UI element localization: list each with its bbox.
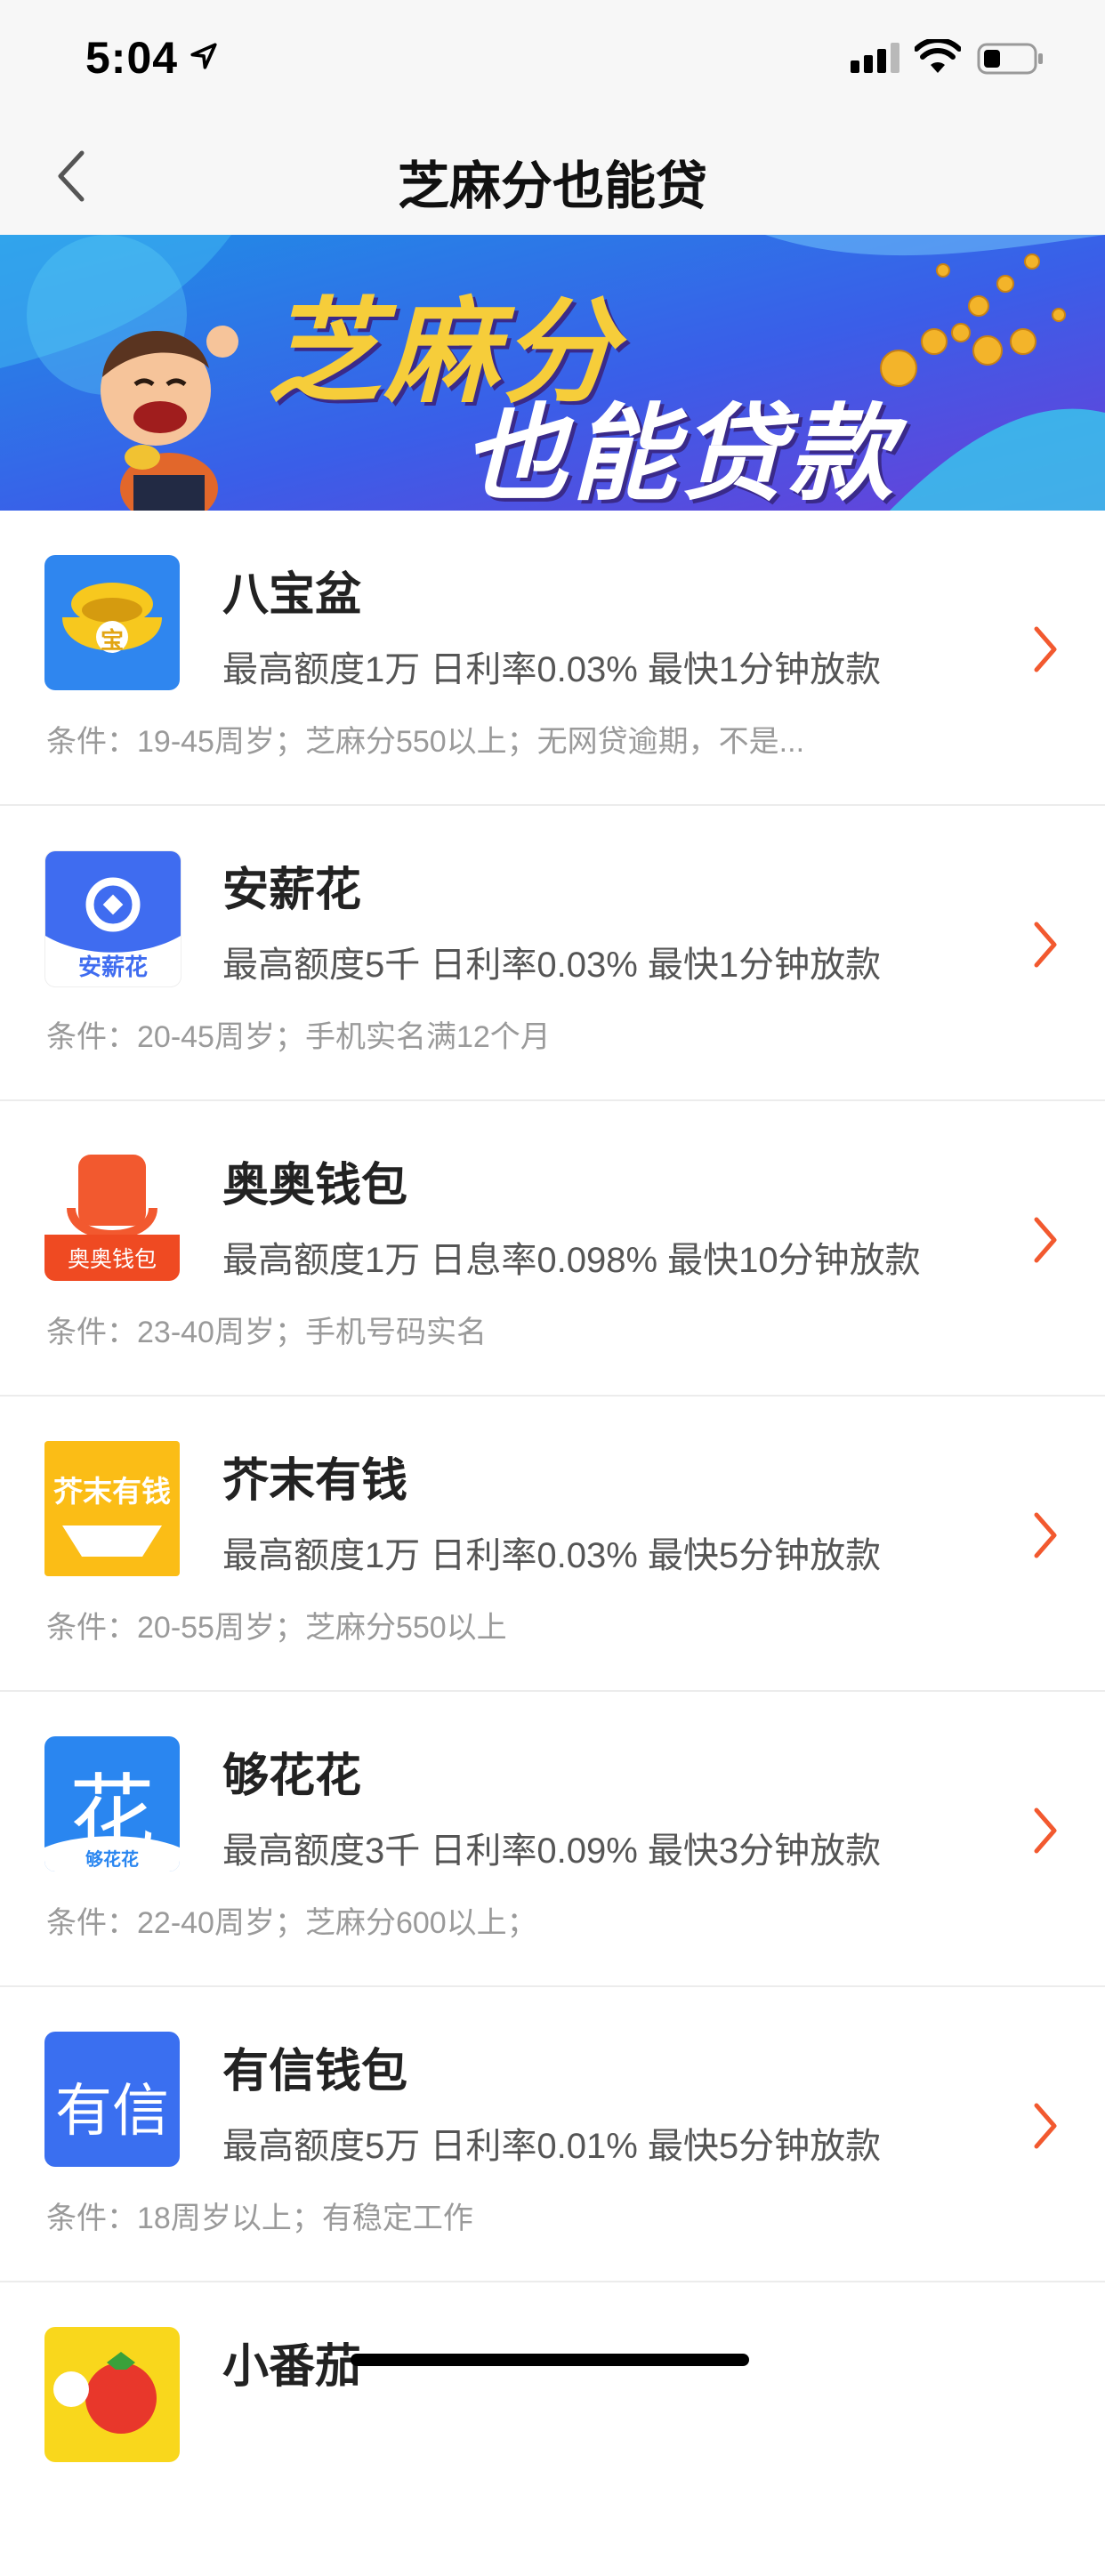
location-arrow-icon: [190, 43, 217, 69]
gouhuahua-logo-text: 够花花: [85, 1850, 139, 1870]
babaopen-logo-icon: 宝: [44, 555, 180, 690]
battery-icon: [977, 43, 1043, 75]
page-title: 芝麻分也能贷: [397, 157, 707, 215]
jiemoyouqian-logo-text: 芥末有钱: [53, 1475, 171, 1508]
status-bar: 5:04: [0, 0, 1105, 117]
chevron-right-icon: [1034, 1807, 1057, 1854]
loan-desc: 最高额度1万 日利率0.03% 最快1分钟放款: [222, 650, 882, 689]
anxinhua-logo-icon: 安薪花: [44, 850, 181, 987]
loan-condition: 条件：18周岁以上；有稳定工作: [46, 2202, 473, 2235]
loan-name: 八宝盆: [222, 569, 362, 621]
loan-name: 小番茄: [222, 2341, 362, 2393]
loan-desc: 最高额度5万 日利率0.01% 最快5分钟放款: [222, 2127, 882, 2166]
jiemoyouqian-logo-icon: 芥末有钱: [44, 1441, 180, 1576]
loan-condition: 条件：20-45周岁；手机实名满12个月: [46, 1020, 551, 1054]
youxinqianbao-logo-text: 有信: [55, 2079, 169, 2143]
loan-name: 芥末有钱: [222, 1455, 408, 1507]
status-time: 5:04: [85, 33, 179, 83]
banner-line2: 也能贷款: [463, 396, 898, 511]
list-item-babaopen[interactable]: 宝 八宝盆 最高额度1万 日利率0.03% 最快1分钟放款 条件：19-45周岁…: [0, 511, 1105, 806]
loan-name: 有信钱包: [222, 2046, 408, 2097]
promo-banner[interactable]: 芝麻分 也能贷款: [0, 235, 1105, 511]
loan-condition: 条件：23-40周岁；手机号码实名: [46, 1316, 487, 1349]
babaopen-logo-text: 宝: [100, 627, 124, 654]
anxinhua-logo-text: 安薪花: [77, 954, 148, 980]
gouhuahua-logo-icon: 花 够花花: [44, 1736, 180, 1872]
loan-name: 够花花: [222, 1751, 362, 1802]
list-item-gouhuahua[interactable]: 花 够花花 够花花 最高额度3千 日利率0.09% 最快3分钟放款 条件：22-…: [0, 1692, 1105, 1987]
chevron-right-icon: [1034, 1512, 1057, 1558]
loan-desc: 最高额度5千 日利率0.03% 最快1分钟放款: [222, 946, 882, 985]
loan-condition: 条件：22-40周岁；芝麻分600以上；: [46, 1906, 537, 1940]
nav-bar: 芝麻分也能贷: [0, 117, 1105, 235]
list-item-xiaofanqie[interactable]: 小番茄: [0, 2282, 1105, 2576]
chevron-right-icon: [1034, 1217, 1057, 1263]
list-item-anxinhua[interactable]: 安薪花 安薪花 最高额度5千 日利率0.03% 最快1分钟放款 条件：20-45…: [0, 806, 1105, 1101]
aoaoqianbao-logo-text: 奥奥钱包: [67, 1247, 157, 1272]
list-item-aoaoqianbao[interactable]: 奥奥钱包 奥奥钱包 最高额度1万 日息率0.098% 最快10分钟放款 条件：2…: [0, 1101, 1105, 1397]
home-indicator[interactable]: [351, 2354, 749, 2366]
loan-condition: 条件：19-45周岁；芝麻分550以上；无网贷逾期，不是...: [46, 725, 805, 759]
youxinqianbao-logo-icon: 有信: [44, 2032, 180, 2167]
loan-condition: 条件：20-55周岁；芝麻分550以上: [46, 1611, 507, 1645]
aoaoqianbao-logo-icon: 奥奥钱包: [44, 1146, 180, 1281]
chevron-right-icon: [1034, 626, 1057, 672]
wifi-icon: [915, 39, 961, 73]
loan-desc: 最高额度3千 日利率0.09% 最快3分钟放款: [222, 1831, 882, 1871]
list-item-jiemoyouqian[interactable]: 芥末有钱 芥末有钱 最高额度1万 日利率0.03% 最快5分钟放款 条件：20-…: [0, 1397, 1105, 1692]
chevron-right-icon: [1034, 922, 1057, 968]
list-item-youxinqianbao[interactable]: 有信 有信钱包 最高额度5万 日利率0.01% 最快5分钟放款 条件：18周岁以…: [0, 1987, 1105, 2282]
xiaofanqie-logo-icon: [44, 2327, 180, 2462]
signal-icon: [851, 43, 899, 73]
loan-list: 宝 八宝盆 最高额度1万 日利率0.03% 最快1分钟放款 条件：19-45周岁…: [0, 511, 1105, 2576]
loan-desc: 最高额度1万 日息率0.098% 最快10分钟放款: [222, 1241, 921, 1280]
chevron-right-icon: [1034, 2103, 1057, 2149]
loan-name: 安薪花: [222, 865, 362, 916]
loan-desc: 最高额度1万 日利率0.03% 最快5分钟放款: [222, 1536, 882, 1575]
loan-name: 奥奥钱包: [222, 1160, 408, 1212]
